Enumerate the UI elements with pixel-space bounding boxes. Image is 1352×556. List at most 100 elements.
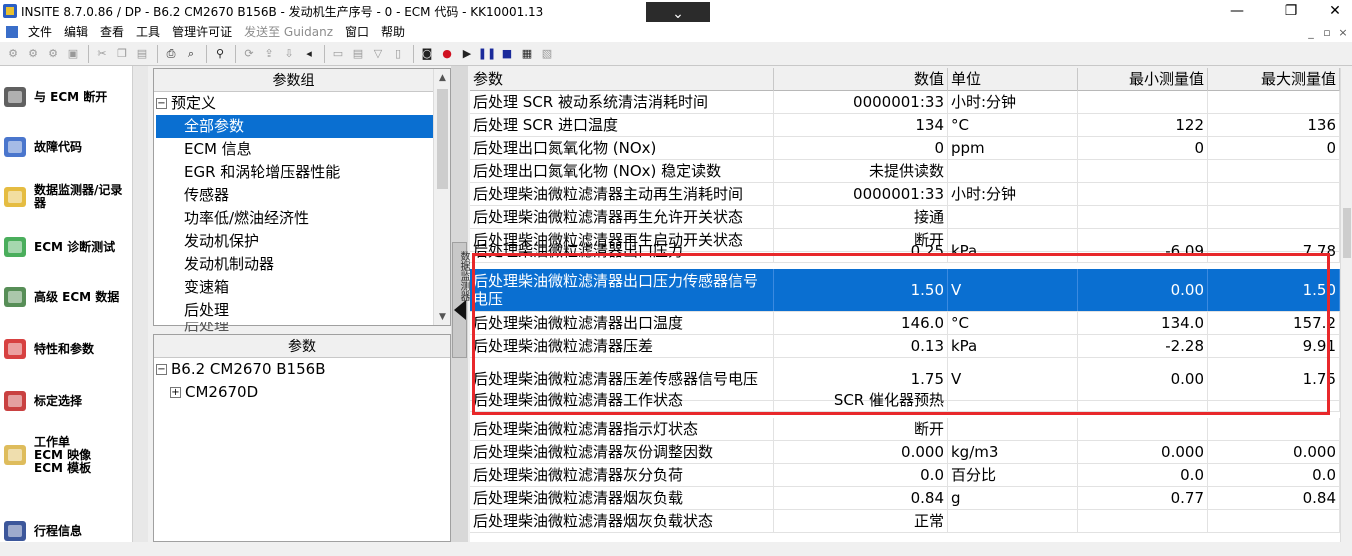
sidebar: 与 ECM 断开故障代码 数据监测器/记录器 ECM 诊断测试高级 ECM 数据 特性… bbox=[0, 66, 132, 542]
column-header[interactable]: 最小测量值 bbox=[1078, 68, 1208, 91]
tree-item-group[interactable]: ECM 信息 bbox=[156, 138, 434, 161]
cell-unit: g bbox=[948, 487, 1078, 509]
column-header[interactable]: 单位 bbox=[948, 68, 1078, 91]
tree-item-group[interactable]: 传感器 bbox=[156, 184, 434, 207]
table-row[interactable]: 后处理柴油微粒滤清器灰份调整因数 0.000 kg/m3 0.000 0.000 bbox=[470, 441, 1340, 464]
parameter-group-header[interactable]: 参数组 bbox=[154, 69, 433, 92]
snapshot-icon[interactable]: ◙ bbox=[418, 45, 436, 63]
ecm-icon[interactable]: ⚙ bbox=[44, 45, 62, 63]
export-icon[interactable]: ⇪ bbox=[260, 45, 278, 63]
monitor-icon[interactable]: ▦ bbox=[518, 45, 536, 63]
table-row[interactable]: 后处理出口氮氧化物 (NOx) 稳定读数 未提供读数 bbox=[470, 160, 1340, 183]
tree-root-ecm[interactable]: − B6.2 CM2670 B156B bbox=[156, 358, 446, 381]
table-row[interactable]: 后处理 SCR 被动系统清洁消耗时间 0000001:33 小时:分钟 bbox=[470, 91, 1340, 114]
tree-item-group[interactable]: 发动机保护 bbox=[156, 230, 434, 253]
toolbar-separator bbox=[206, 44, 207, 63]
menu-item[interactable]: 查看 bbox=[94, 22, 130, 42]
scroll-thumb[interactable] bbox=[1343, 208, 1351, 258]
sidebar-item[interactable]: 数据监测器/记录器 bbox=[0, 172, 132, 222]
find-icon[interactable]: ⚲ bbox=[211, 45, 229, 63]
print-preview-icon[interactable]: ⌕ bbox=[182, 45, 200, 63]
table-row[interactable]: 后处理柴油微粒滤清器出口压力 0.25 kPa -6.09 7.78 bbox=[470, 240, 1340, 263]
column-header[interactable]: 参数 bbox=[470, 68, 774, 91]
menu-item[interactable]: 窗口 bbox=[339, 22, 375, 42]
table-row[interactable]: 后处理出口氮氧化物 (NOx) 0 ppm 0 0 bbox=[470, 137, 1340, 160]
table-row[interactable]: 后处理柴油微粒滤清器烟灰负载 0.84 g 0.77 0.84 bbox=[470, 487, 1340, 510]
sheet-icon[interactable]: ▯ bbox=[389, 45, 407, 63]
table-row[interactable]: 后处理柴油微粒滤清器出口温度 146.0 °C 134.0 157.2 bbox=[470, 312, 1340, 335]
table-row[interactable]: 后处理柴油微粒滤清器灰分负荷 0.0 百分比 0.0 0.0 bbox=[470, 464, 1340, 487]
trend-icon[interactable]: ▧ bbox=[538, 45, 556, 63]
sidebar-item[interactable]: 与 ECM 断开 bbox=[0, 72, 132, 122]
scroll-up-icon[interactable]: ▲ bbox=[434, 69, 451, 86]
table-row[interactable]: 后处理 SCR 进口温度 134 °C 122 136 bbox=[470, 114, 1340, 137]
copy-icon[interactable]: ❐ bbox=[113, 45, 131, 63]
sidebar-item[interactable]: 故障代码 bbox=[0, 122, 132, 172]
tree-item-cm2670d[interactable]: + CM2670D bbox=[170, 381, 446, 404]
cell-name: 后处理柴油微粒滤清器灰分负荷 bbox=[470, 464, 774, 486]
document-icon[interactable]: ▭ bbox=[329, 45, 347, 63]
tree-item-group[interactable]: EGR 和涡轮增压器性能 bbox=[156, 161, 434, 184]
table-row[interactable]: 后处理柴油微粒滤清器主动再生消耗时间 0000001:33 小时:分钟 bbox=[470, 183, 1340, 206]
cut-icon[interactable]: ✂ bbox=[93, 45, 111, 63]
collapse-icon[interactable]: − bbox=[156, 364, 167, 375]
document-icon[interactable] bbox=[6, 26, 18, 38]
tree-item-group[interactable]: 功率低/燃油经济性 bbox=[156, 207, 434, 230]
sidebar-item-label: 与 ECM 断开 bbox=[34, 89, 108, 104]
menu-item[interactable]: 编辑 bbox=[58, 22, 94, 42]
menu-item[interactable]: 帮助 bbox=[375, 22, 411, 42]
grid-scrollbar[interactable] bbox=[1340, 68, 1352, 542]
mdi-close-button[interactable]: × bbox=[1334, 22, 1352, 42]
column-header[interactable]: 数值 bbox=[774, 68, 948, 91]
tree-root-predefined[interactable]: − 预定义 bbox=[156, 92, 434, 115]
scroll-thumb[interactable] bbox=[437, 89, 448, 189]
print-icon[interactable]: ⎙ bbox=[162, 45, 180, 63]
save-icon[interactable]: ▣ bbox=[64, 45, 82, 63]
sidebar-item-label: ECM 诊断测试 bbox=[34, 239, 116, 254]
sidebar-item[interactable]: 标定选择 bbox=[0, 376, 132, 426]
menu-item[interactable]: 管理许可证 bbox=[166, 22, 238, 42]
play-icon[interactable]: ▶ bbox=[458, 45, 476, 63]
sidebar-scrollbar[interactable] bbox=[132, 66, 148, 542]
cell-min bbox=[1078, 91, 1208, 113]
tree-item-group[interactable]: 后处理 bbox=[156, 299, 434, 322]
collapse-arrow-icon[interactable] bbox=[454, 300, 466, 320]
filter-icon[interactable]: ▽ bbox=[369, 45, 387, 63]
stop-icon[interactable]: ■ bbox=[498, 45, 516, 63]
connect-icon[interactable]: ⚙ bbox=[4, 45, 22, 63]
table-row[interactable]: 后处理柴油微粒滤清器工作状态 SCR 催化器预热 bbox=[470, 389, 1340, 412]
parameter-header[interactable]: 参数 bbox=[154, 335, 450, 358]
tree-item-group[interactable]: 后处理 bbox=[156, 322, 434, 332]
restore-button[interactable]: ❐ bbox=[1268, 0, 1314, 22]
sidebar-item[interactable]: ECM 诊断测试 bbox=[0, 222, 132, 272]
column-header[interactable]: 最大测量值 bbox=[1208, 68, 1340, 91]
group-scrollbar[interactable]: ▲ ▼ bbox=[433, 69, 450, 325]
table-row[interactable]: 后处理柴油微粒滤清器再生允许开关状态 接通 bbox=[470, 206, 1340, 229]
sidebar-item[interactable]: 工作单 ECM 映像 ECM 模板 bbox=[0, 430, 132, 480]
import-icon[interactable]: ⇩ bbox=[280, 45, 298, 63]
refresh-icon[interactable]: ⟳ bbox=[240, 45, 258, 63]
pause-icon[interactable]: ❚❚ bbox=[478, 45, 496, 63]
menu-item[interactable]: 工具 bbox=[130, 22, 166, 42]
minimize-button[interactable]: — bbox=[1214, 0, 1260, 22]
collapse-icon[interactable]: − bbox=[156, 98, 167, 109]
parameter-icon[interactable]: ◂ bbox=[300, 45, 318, 63]
record-icon[interactable]: ● bbox=[438, 45, 456, 63]
report-icon[interactable]: ▤ bbox=[349, 45, 367, 63]
sidebar-item[interactable]: 特性和参数 bbox=[0, 324, 132, 374]
disconnect-icon[interactable]: ⚙ bbox=[24, 45, 42, 63]
table-row[interactable]: 后处理柴油微粒滤清器压差 0.13 kPa -2.28 9.91 bbox=[470, 335, 1340, 358]
close-button[interactable]: ✕ bbox=[1312, 0, 1352, 22]
table-row[interactable]: 后处理柴油微粒滤清器出口压力传感器信号电压 1.50 V 0.00 1.50 bbox=[470, 269, 1340, 312]
menu-item[interactable]: 文件 bbox=[22, 22, 58, 42]
sidebar-item[interactable]: 行程信息 bbox=[0, 506, 132, 556]
tree-item-group[interactable]: 全部参数 bbox=[156, 115, 434, 138]
paste-icon[interactable]: ▤ bbox=[133, 45, 151, 63]
tree-item-group[interactable]: 发动机制动器 bbox=[156, 253, 434, 276]
expand-icon[interactable]: + bbox=[170, 387, 181, 398]
sidebar-item[interactable]: 高级 ECM 数据 bbox=[0, 272, 132, 322]
table-row[interactable]: 后处理柴油微粒滤清器指示灯状态 断开 bbox=[470, 418, 1340, 441]
scroll-down-icon[interactable]: ▼ bbox=[434, 308, 451, 325]
table-row[interactable]: 后处理柴油微粒滤清器烟灰负载状态 正常 bbox=[470, 510, 1340, 533]
tree-item-group[interactable]: 变速箱 bbox=[156, 276, 434, 299]
